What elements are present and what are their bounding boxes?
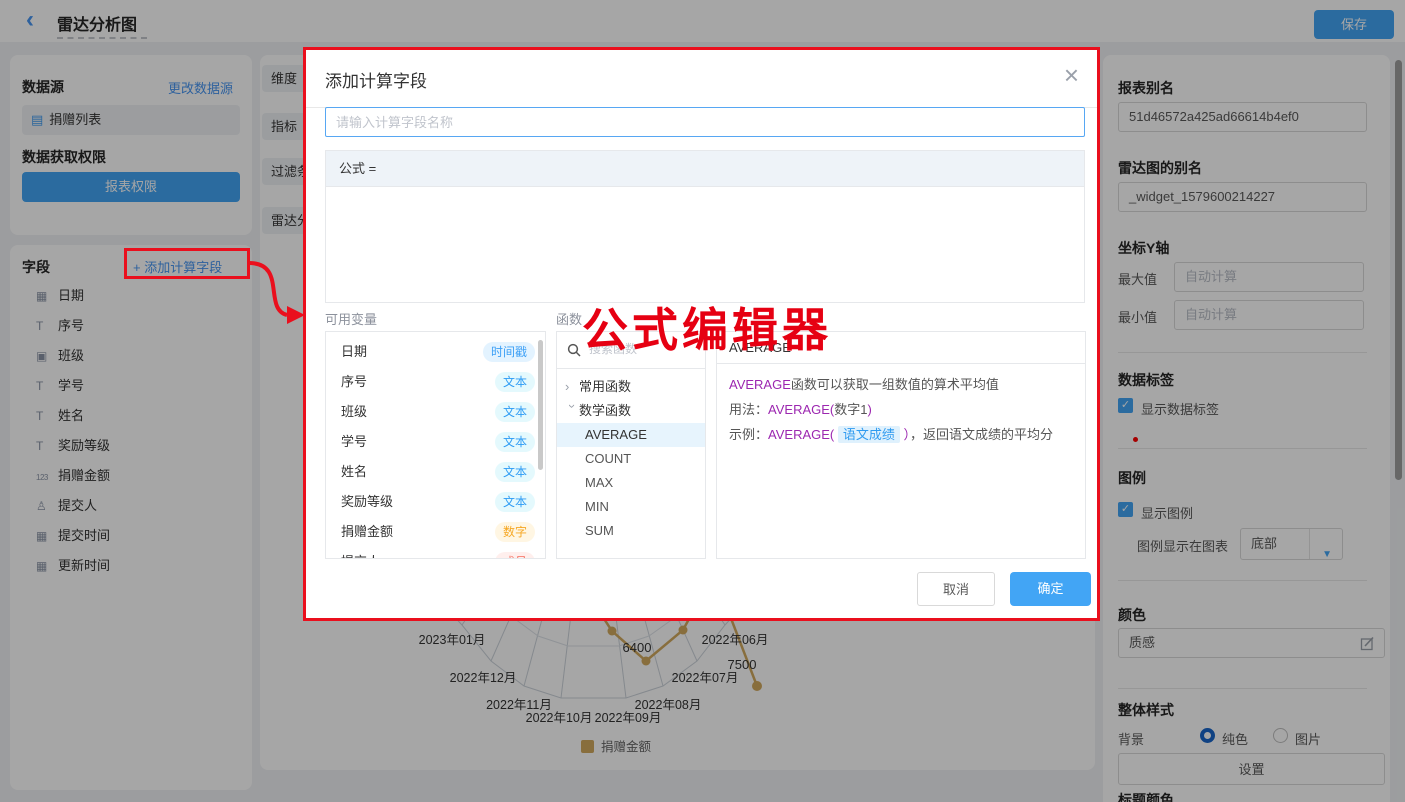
type-tag: 文本: [495, 492, 535, 512]
calc-field-name-wrapper: [325, 107, 1085, 137]
variables-title: 可用变量: [325, 309, 377, 328]
function-description-line: AVERAGE函数可以获取一组数值的算术平均值: [729, 372, 1073, 397]
type-tag: 文本: [495, 462, 535, 482]
close-icon[interactable]: ×: [1064, 62, 1079, 88]
example-field-chip: 语文成绩: [838, 426, 900, 443]
type-tag: 文本: [495, 432, 535, 452]
annotation-highlight-box: [124, 248, 250, 279]
app-window: ‹ 雷达分析图 保存 数据源 更改数据源 ▤捐赠列表 数据获取权限 报表权限 字…: [0, 0, 1405, 802]
variable-row[interactable]: 奖励等级文本: [326, 487, 545, 517]
function-item-max[interactable]: MAX: [557, 471, 705, 495]
formula-editor-box[interactable]: 公式 =: [325, 150, 1085, 303]
chevron-down-icon: ›: [560, 404, 584, 418]
variable-row[interactable]: 班级文本: [326, 397, 545, 427]
function-description-panel: AVERAGE AVERAGE函数可以获取一组数值的算术平均值 用法：AVERA…: [716, 331, 1086, 559]
annotation-arrow: [245, 255, 315, 330]
function-item-sum[interactable]: SUM: [557, 519, 705, 543]
formula-label: 公式 =: [326, 151, 1084, 187]
search-icon: [567, 343, 581, 357]
function-item-average[interactable]: AVERAGE: [557, 423, 705, 447]
function-usage-line: 用法：AVERAGE(数字1): [729, 397, 1073, 422]
type-tag: 时间戳: [483, 342, 535, 362]
cancel-button[interactable]: 取消: [917, 572, 995, 606]
variable-row[interactable]: 提交人成员: [326, 547, 545, 559]
function-item-count[interactable]: COUNT: [557, 447, 705, 471]
function-group-math[interactable]: ›数学函数: [557, 399, 705, 423]
calc-field-name-input[interactable]: [325, 107, 1085, 137]
variable-row[interactable]: 日期时间戳: [326, 337, 545, 367]
modal-title: 添加计算字段: [325, 67, 427, 92]
confirm-button[interactable]: 确定: [1010, 572, 1091, 606]
variable-row[interactable]: 捐赠金额数字: [326, 517, 545, 547]
type-tag: 文本: [495, 372, 535, 392]
type-tag: 文本: [495, 402, 535, 422]
variables-scrollbar[interactable]: [538, 340, 543, 470]
function-group-common[interactable]: ›常用函数: [557, 375, 705, 399]
function-item-min[interactable]: MIN: [557, 495, 705, 519]
chevron-right-icon: ›: [565, 375, 579, 399]
function-example-line: 示例：AVERAGE( 语文成绩 ），返回语文成绩的平均分: [729, 422, 1073, 447]
variable-row[interactable]: 学号文本: [326, 427, 545, 457]
variables-list: 日期时间戳 序号文本 班级文本 学号文本 姓名文本 奖励等级文本 捐赠金额数字 …: [325, 331, 546, 559]
variable-row[interactable]: 序号文本: [326, 367, 545, 397]
annotation-formula-editor-text: 公式编辑器: [582, 306, 832, 354]
type-tag: 数字: [495, 522, 535, 542]
variable-row[interactable]: 姓名文本: [326, 457, 545, 487]
type-tag: 成员: [495, 552, 535, 559]
functions-title: 函数: [556, 309, 582, 328]
functions-panel: ›常用函数 ›数学函数 AVERAGE COUNT MAX MIN SUM: [556, 331, 706, 559]
